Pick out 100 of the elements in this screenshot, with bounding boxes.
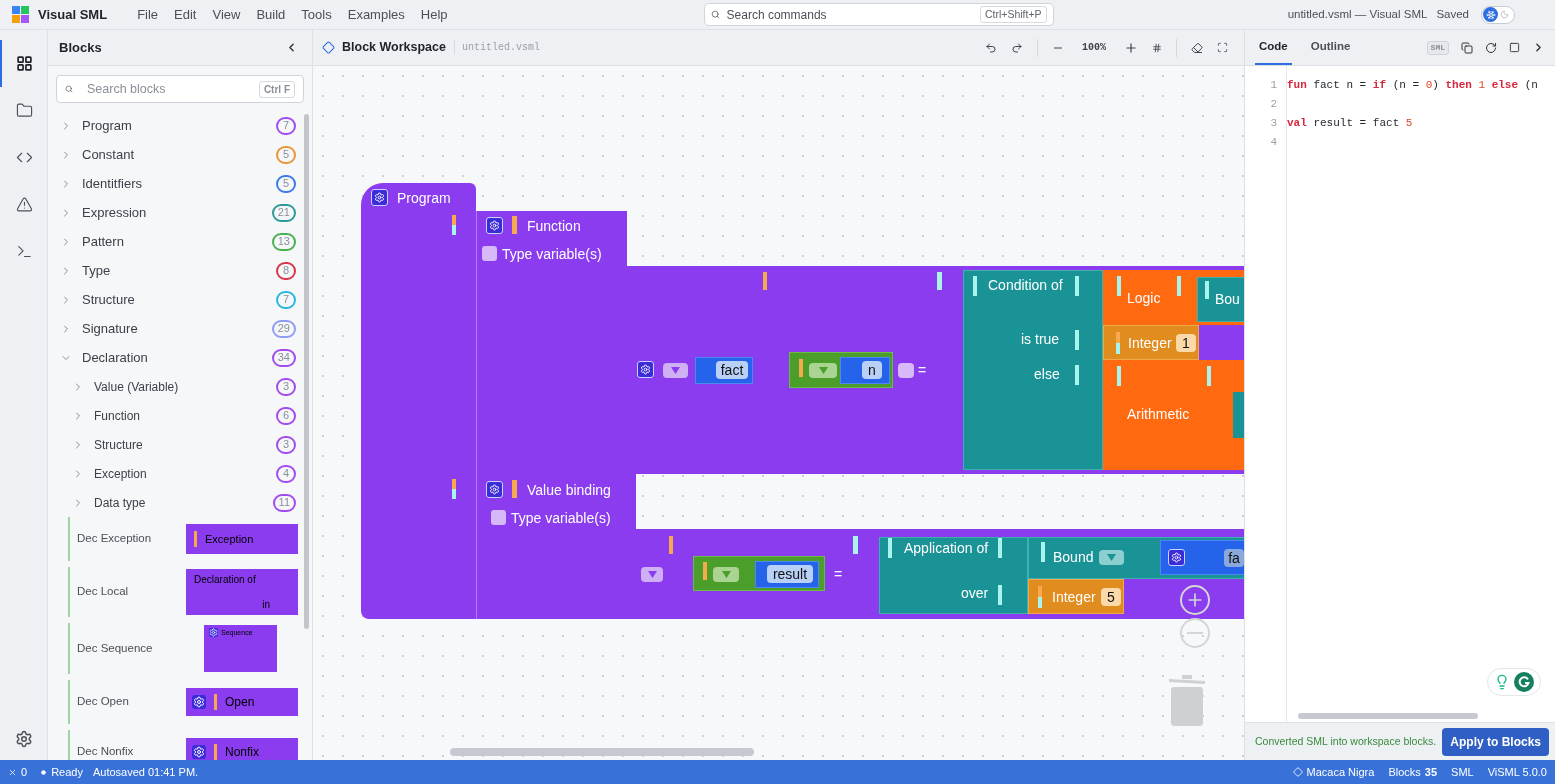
refresh-icon[interactable] <box>1485 41 1497 54</box>
bound-block[interactable] <box>1197 277 1244 322</box>
menu-item[interactable]: Edit <box>174 4 197 25</box>
block-name: Dec Sequence <box>77 640 154 656</box>
marker-icon <box>214 744 217 760</box>
theme-toggle[interactable] <box>1481 5 1515 24</box>
eraser-icon[interactable] <box>1191 41 1203 54</box>
zoom-in-button[interactable] <box>1180 585 1210 615</box>
snowflake-icon <box>1483 7 1498 22</box>
block-preview[interactable]: Declaration of in <box>186 569 298 615</box>
arithmetic-block[interactable] <box>1103 360 1244 470</box>
block-name: Dec Exception <box>77 531 153 547</box>
menu-item[interactable]: Tools <box>301 4 332 25</box>
gear-button[interactable] <box>486 217 503 234</box>
marker-icon <box>853 536 858 554</box>
count-badge: 3 <box>276 435 296 454</box>
zoom-level: 100% <box>1081 41 1107 55</box>
grid-icon <box>16 55 33 72</box>
tree-item[interactable]: Data type 11 <box>48 488 302 517</box>
gear-button[interactable] <box>371 189 388 206</box>
tree-item[interactable]: Value (Variable) 3 <box>48 372 302 401</box>
marker-icon <box>998 585 1002 605</box>
dropdown-field[interactable] <box>1099 550 1124 565</box>
caret-icon <box>721 571 731 578</box>
application-block[interactable] <box>879 537 1028 614</box>
tree-item[interactable]: Function 6 <box>48 401 302 430</box>
scrollbar-thumb[interactable] <box>304 114 309 629</box>
menu-item[interactable]: Build <box>256 4 286 25</box>
dropdown-field[interactable] <box>663 363 688 378</box>
block-preview[interactable]: Open <box>186 688 298 716</box>
tree-item[interactable]: Exception 4 <box>48 459 302 488</box>
block-label: else <box>1034 365 1060 383</box>
gear-button[interactable] <box>486 481 503 498</box>
error-count: 0 <box>21 764 28 780</box>
file-name: untitled.vsml <box>454 40 540 55</box>
category-label: Signature <box>82 319 139 338</box>
marker-icon <box>1075 330 1079 350</box>
scrollbar-thumb[interactable] <box>450 748 754 756</box>
tree-item[interactable]: Program 7 <box>48 111 302 140</box>
gear-icon <box>489 484 500 495</box>
settings-icon[interactable] <box>14 730 33 748</box>
tree-item[interactable]: Expression 21 <box>48 198 302 227</box>
tree-item[interactable]: Identitfiers 5 <box>48 169 302 198</box>
tree-item[interactable]: Pattern 13 <box>48 227 302 256</box>
tree-item[interactable]: Declaration 34 <box>48 343 302 372</box>
marker-icon <box>669 536 673 554</box>
redo-icon[interactable] <box>1011 41 1023 54</box>
name-field[interactable]: 1 <box>1176 334 1196 352</box>
count-badge: 29 <box>271 319 296 338</box>
apply-button[interactable]: Apply to Blocks <box>1442 727 1549 756</box>
category-label: Structure <box>82 290 136 309</box>
name-field[interactable]: 5 <box>1101 588 1121 606</box>
tree-item[interactable]: Structure 7 <box>48 285 302 314</box>
block-preview[interactable]: Exception <box>186 524 298 554</box>
block-preview[interactable]: Nonfix <box>186 738 298 760</box>
gear-button[interactable] <box>637 361 654 378</box>
copy-icon[interactable] <box>1461 41 1473 54</box>
assistant-widget[interactable] <box>1487 668 1541 696</box>
tree-item[interactable]: Type 8 <box>48 256 302 285</box>
dropdown-field[interactable] <box>809 363 837 378</box>
command-search-field[interactable]: Search commands Ctrl+Shift+P <box>703 3 1054 26</box>
marker-icon <box>452 215 456 235</box>
zoom-out-button[interactable] <box>1180 618 1210 648</box>
block-label: is true <box>1021 330 1060 348</box>
block-label: Type variable(s) <box>511 509 611 527</box>
menu-item[interactable]: File <box>137 4 159 25</box>
category-label: Function <box>94 407 142 425</box>
g-logo-icon <box>1514 672 1534 692</box>
menu-item[interactable]: Examples <box>347 4 405 25</box>
workspace-title: Block Workspace <box>342 39 446 57</box>
grid-toggle-icon[interactable] <box>1152 42 1162 53</box>
block-label: Open <box>225 694 255 711</box>
name-field[interactable]: n <box>862 361 882 379</box>
panel-tab[interactable]: Outline <box>1306 30 1355 65</box>
count-badge: 21 <box>271 203 296 222</box>
name-field[interactable]: fact <box>716 361 748 379</box>
undo-icon[interactable] <box>985 41 997 54</box>
dropdown-field[interactable] <box>713 567 739 582</box>
tree-item[interactable]: Signature 29 <box>48 314 302 343</box>
tree-item[interactable]: Structure 3 <box>48 430 302 459</box>
line-number: 2 <box>1269 97 1277 113</box>
tree-item[interactable]: Constant 5 <box>48 140 302 169</box>
block-label: Integer <box>1052 588 1096 606</box>
checkbox[interactable] <box>491 510 506 525</box>
marker-icon <box>1038 586 1042 608</box>
square-icon[interactable] <box>1509 42 1520 53</box>
menu-item[interactable]: View <box>212 4 241 25</box>
name-field[interactable]: result <box>767 565 813 583</box>
type-slot[interactable] <box>898 363 914 378</box>
dropdown-field[interactable] <box>641 567 663 582</box>
blocks-count: 35 <box>1424 764 1438 780</box>
zoom-in-icon[interactable] <box>1124 40 1138 55</box>
scrollbar-thumb[interactable] <box>1298 713 1478 719</box>
menu-item[interactable]: Help <box>420 4 448 25</box>
checkbox[interactable] <box>482 246 497 261</box>
fit-screen-icon[interactable] <box>1217 42 1228 53</box>
gear-icon <box>1171 552 1182 563</box>
gear-button[interactable] <box>1168 549 1185 566</box>
name-field[interactable]: fa <box>1224 549 1244 567</box>
condition-block[interactable] <box>963 270 1103 470</box>
